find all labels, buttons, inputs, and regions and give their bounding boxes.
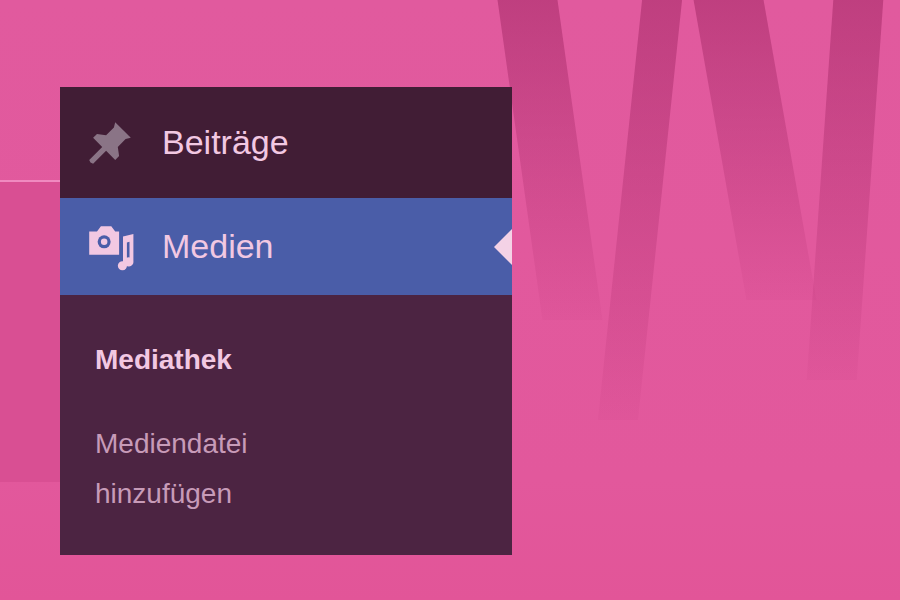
submenu-item[interactable]: Mediendatei hinzufügen (95, 419, 345, 519)
media-icon (84, 221, 136, 273)
current-pointer-icon (494, 229, 512, 265)
screen: Beiträge Medien Mediathek Mediendatei hinzu… (0, 0, 900, 600)
menu-item-label: Medien (162, 227, 274, 266)
pin-icon (84, 117, 136, 169)
menu-item[interactable]: Beiträge (60, 87, 512, 198)
submenu: Mediathek Mediendatei hinzufügen (60, 295, 512, 555)
submenu-item[interactable]: Mediathek (95, 335, 345, 385)
menu-item[interactable]: Medien (60, 198, 512, 295)
admin-menu: Beiträge Medien Mediathek Mediendatei hinzu… (60, 87, 512, 555)
menu-item-label: Beiträge (162, 123, 289, 162)
